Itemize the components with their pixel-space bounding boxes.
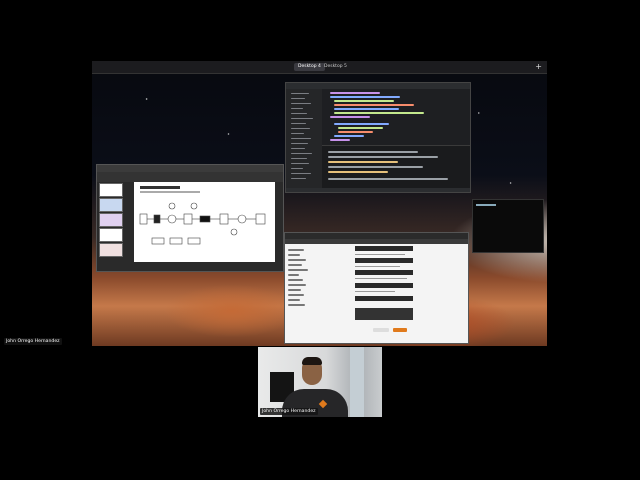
- desktop-tab-5[interactable]: Desktop 5: [320, 63, 351, 71]
- add-desktop-button[interactable]: +: [535, 62, 542, 72]
- self-video-tile[interactable]: John Orrego Hernandez: [258, 347, 382, 417]
- browser-window[interactable]: [284, 232, 469, 344]
- presentation-title-bar[interactable]: [97, 165, 283, 172]
- slide-canvas[interactable]: [134, 182, 275, 262]
- file-explorer[interactable]: [286, 89, 322, 188]
- editor-status-bar: [286, 188, 470, 192]
- participant-name-label: John Orrego Hernandez: [4, 338, 62, 345]
- presentation-window[interactable]: [96, 164, 284, 272]
- code-editor-window[interactable]: [285, 82, 471, 193]
- slide-thumbnail[interactable]: [99, 243, 123, 257]
- terminal-prompt: [476, 204, 496, 206]
- shared-screen[interactable]: Desktop 4 Desktop 5 +: [92, 61, 547, 346]
- cancel-button[interactable]: [373, 328, 389, 332]
- browser-address-bar[interactable]: [285, 239, 468, 244]
- slide-thumbnail[interactable]: [99, 213, 123, 227]
- terminal-panel[interactable]: [322, 145, 470, 189]
- background-window: [350, 347, 364, 417]
- slide-diagram: [139, 202, 266, 245]
- browser-side-nav[interactable]: [288, 247, 318, 337]
- participant-hair: [302, 357, 322, 365]
- slide-thumbnail[interactable]: [99, 228, 123, 242]
- desktop-switcher: Desktop 4 Desktop 5 +: [92, 61, 547, 74]
- slide-thumbnail[interactable]: [99, 198, 123, 212]
- browser-page-content[interactable]: [355, 246, 413, 341]
- slide-thumbnails[interactable]: [99, 183, 123, 269]
- terminal-window[interactable]: [472, 199, 544, 253]
- slide-thumbnail[interactable]: [99, 183, 123, 197]
- presentation-toolbar[interactable]: [97, 172, 283, 182]
- self-name-label: John Orrego Hernandez: [260, 408, 318, 415]
- submit-button[interactable]: [393, 328, 407, 332]
